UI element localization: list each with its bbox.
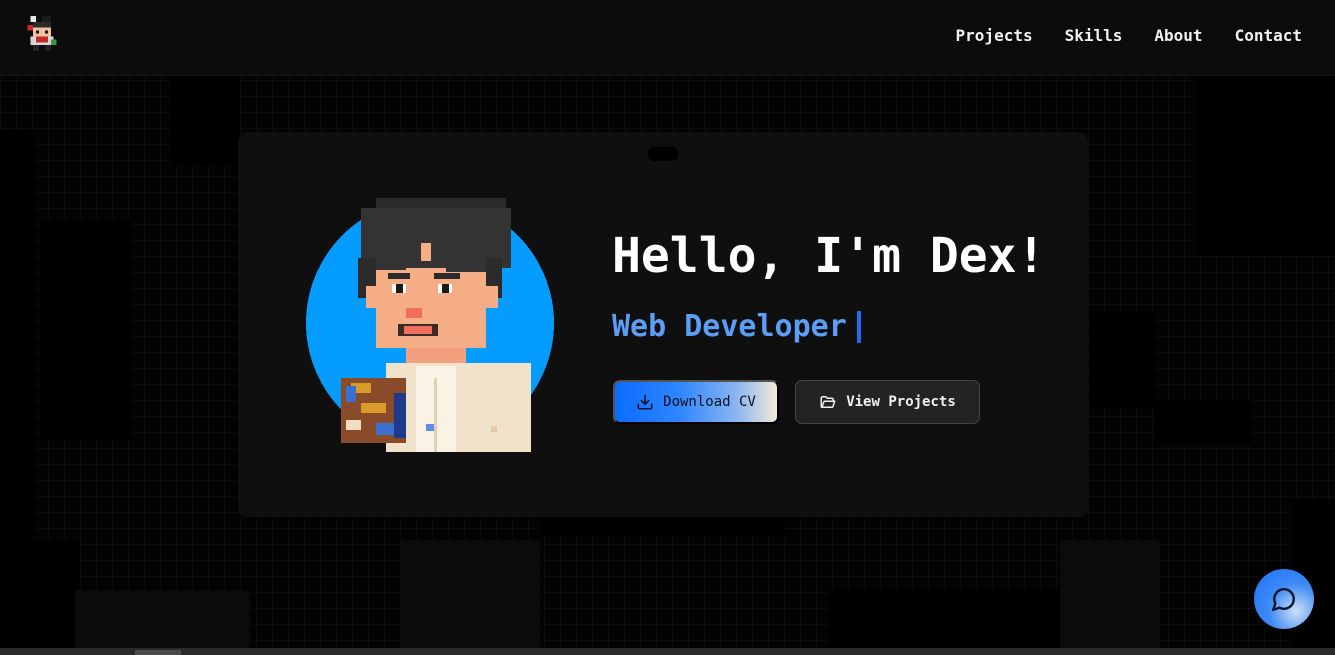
horizontal-scrollbar[interactable] <box>0 648 1335 655</box>
download-cv-button[interactable]: Download CV <box>613 380 779 424</box>
hero-card: Hello, I'm Dex! Web Developer Download C… <box>238 132 1088 517</box>
hero-role: Web Developer <box>612 309 847 344</box>
nav-link-contact[interactable]: Contact <box>1235 26 1302 45</box>
nav-link-projects[interactable]: Projects <box>956 26 1033 45</box>
horizontal-scrollbar-thumb[interactable] <box>135 650 181 655</box>
hero-greeting: Hello, I'm Dex! <box>612 228 1046 284</box>
nav-link-skills[interactable]: Skills <box>1065 26 1123 45</box>
top-navbar: Projects Skills About Contact <box>0 0 1335 76</box>
chat-button[interactable] <box>1254 569 1314 629</box>
pixel-character-logo-icon[interactable] <box>24 16 60 54</box>
download-icon <box>637 394 653 410</box>
download-cv-label: Download CV <box>663 394 756 410</box>
chat-bubble-icon <box>1271 588 1295 612</box>
folder-open-icon <box>820 396 836 408</box>
nav-links: Projects Skills About Contact <box>956 26 1302 45</box>
nav-link-about[interactable]: About <box>1154 26 1202 45</box>
view-projects-button[interactable]: View Projects <box>795 380 980 424</box>
role-line: Web Developer <box>612 309 861 344</box>
pixel-avatar-portrait-icon <box>306 198 554 452</box>
typing-caret <box>856 310 861 343</box>
card-notch <box>648 147 678 161</box>
view-projects-label: View Projects <box>846 394 956 410</box>
